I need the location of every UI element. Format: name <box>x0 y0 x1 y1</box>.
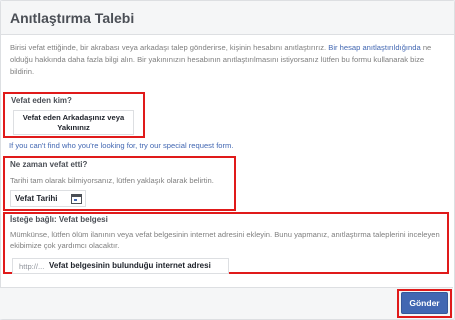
submit-button[interactable]: Gönder <box>401 292 448 314</box>
date-label: Ne zaman vefat etti? <box>10 160 88 169</box>
url-prefix: http://... <box>19 262 45 271</box>
proof-help-text: Mümkünse, lütfen ölüm ilanının veya vefa… <box>10 230 440 250</box>
dialog-title: Anıtlaştırma Talebi <box>10 10 135 26</box>
death-date-value: Vefat Tarihi <box>15 194 58 203</box>
url-value: Vefat belgesinin bulunduğu internet adre… <box>49 261 211 270</box>
dialog-header: Anıtlaştırma Talebi <box>1 1 454 35</box>
intro-text: Birisi vefat ettiğinde, bir akrabası vey… <box>10 42 446 78</box>
death-date-field[interactable]: Vefat Tarihi <box>10 190 86 207</box>
intro-text-start: Birisi vefat ettiğinde, bir akrabası vey… <box>10 43 329 52</box>
deceased-name-field[interactable]: Vefat eden Arkadaşınız veya Yakınınız <box>13 110 134 135</box>
special-request-form-link[interactable]: If you can't find who you're looking for… <box>9 141 234 150</box>
deceased-label: Vefat eden kim? <box>11 96 72 105</box>
proof-label: İsteğe bağlı: Vefat belgesi <box>10 215 108 224</box>
date-help-text: Tarihi tam olarak bilmiyorsanız, lütfen … <box>10 176 214 185</box>
dialog-footer <box>0 287 453 319</box>
calendar-icon[interactable] <box>71 194 82 204</box>
proof-url-input[interactable]: http://... Vefat belgesinin bulunduğu in… <box>12 258 229 274</box>
memorialized-account-info-link[interactable]: Bir hesap anıtlaştırıldığında <box>328 43 420 52</box>
